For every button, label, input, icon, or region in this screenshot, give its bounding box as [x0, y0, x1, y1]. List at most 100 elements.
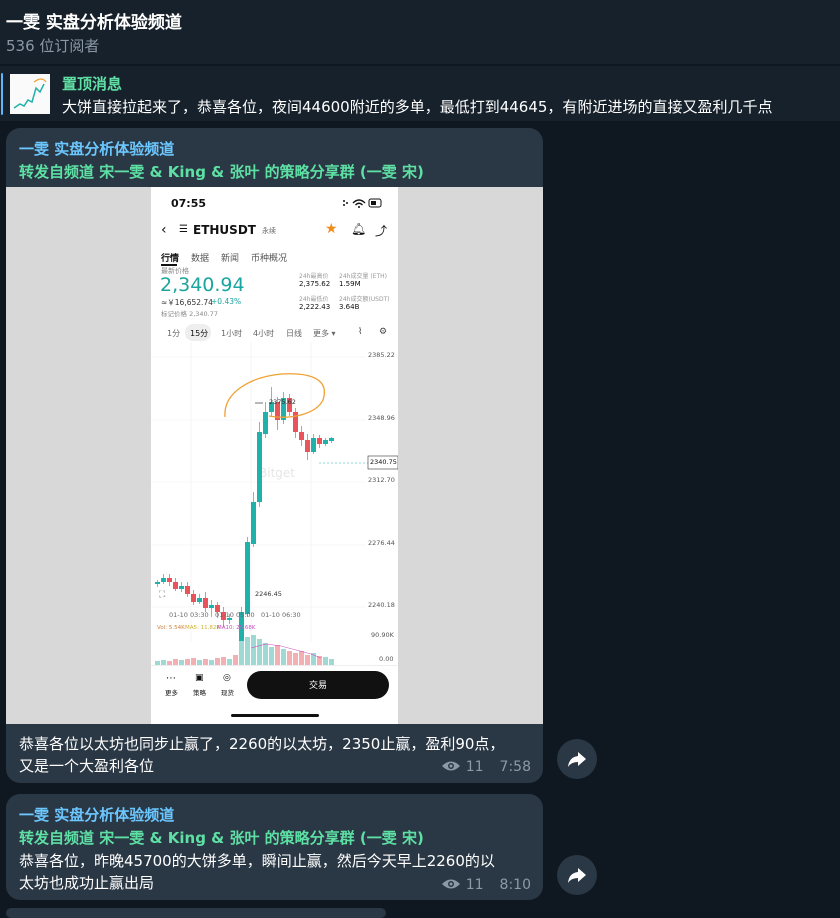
bottom-more: 更多	[165, 689, 178, 697]
volume-bar	[257, 639, 262, 665]
candle-body	[323, 440, 328, 444]
stat-low: 2,222.43	[299, 303, 331, 311]
spot-icon: ◎	[223, 673, 231, 683]
message-bubble[interactable]: 一雯 实盘分析体验频道 转发自频道 宋一雯 & King & 张叶 的策略分享群…	[6, 794, 543, 900]
interval-day: 日线	[286, 329, 302, 338]
star-icon: ★	[325, 221, 338, 237]
price-change: +0.43%	[211, 297, 242, 306]
candle-body	[329, 438, 334, 441]
candle-body	[311, 438, 316, 452]
interval-more: 更多 ▾	[313, 329, 336, 338]
volume-bar	[239, 641, 244, 665]
tab-overview: 币种概况	[251, 254, 288, 264]
volume-bar	[269, 647, 274, 665]
message-photo[interactable]: 07:55 ‹ ☰ ETHUSDT 永续 ★ 🔔︎ ⤴ 行情 数据 新闻 币种概…	[6, 187, 543, 724]
candlestick-chart: Bitget	[151, 342, 398, 652]
last-price: 2,340.94	[160, 274, 245, 296]
vol-axis-min: 0.00	[379, 655, 394, 663]
message-text-line-2: 太坊也成功止赢出局	[19, 874, 155, 892]
volume-bar	[275, 645, 280, 665]
share-arrow-icon	[568, 868, 586, 883]
volume-bars	[155, 635, 334, 665]
forwarded-from[interactable]: 转发自频道 宋一雯 & King & 张叶 的策略分享群 (一雯 宋)	[19, 827, 424, 848]
axis-price-3: 2312.70	[368, 476, 395, 484]
volume-bar	[299, 651, 304, 665]
candle-body	[179, 586, 184, 589]
axis-price-2: 2348.96	[368, 414, 395, 422]
high-mark: 2375.62	[269, 398, 296, 406]
views-count: 11	[465, 877, 484, 893]
message-sender[interactable]: 一雯 实盘分析体验频道	[19, 804, 174, 825]
stat-high-label: 24h最高价	[299, 273, 329, 280]
views-eye-icon	[441, 761, 460, 771]
axis-price-5: 2240.18	[368, 601, 395, 609]
candle-body	[155, 582, 160, 584]
message-text-line-1: 恭喜各位，昨晚45700的大饼多单，瞬间止赢，然后今天早上2260的以	[19, 852, 495, 870]
channel-title[interactable]: 一雯 实盘分析体验频道	[6, 8, 182, 33]
home-indicator	[231, 714, 319, 717]
interval-1m: 1分	[167, 329, 181, 338]
trade-button-label: 交易	[309, 681, 328, 691]
share-icon: ⤴	[375, 224, 388, 238]
volume-bar	[245, 637, 250, 665]
mark-price: 标记价格 2,340.77	[161, 310, 219, 318]
stat-vol-eth: 1.59M	[339, 280, 361, 288]
candle-body	[173, 582, 178, 589]
bottom-strategy: 策略	[193, 689, 206, 697]
message-bubble[interactable]: 一雯 实盘分析体验频道 转发自频道 宋一雯 & King & 张叶 的策略分享群…	[6, 128, 543, 783]
views-eye-icon	[441, 879, 460, 889]
symbol-name: ETHUSDT	[193, 223, 256, 237]
pinned-indicator	[1, 73, 3, 115]
trade-button: 交易	[247, 671, 389, 699]
chart-type-icon: ⌇	[358, 327, 363, 337]
volume-bar	[233, 655, 238, 665]
interval-15m: 15分	[190, 329, 209, 338]
candle-body	[209, 605, 214, 608]
tab-news: 新闻	[221, 254, 240, 264]
annotation-circle	[224, 373, 325, 418]
time-label-3: 01-10 06:30	[261, 611, 301, 619]
candle-body	[167, 578, 172, 582]
message-text-line-2: 又是一个大盈利各位	[19, 757, 155, 775]
candle-body	[305, 440, 310, 452]
vol-legend-ma5: MA5: 11.82K	[185, 625, 220, 631]
share-button[interactable]	[557, 739, 597, 779]
low-mark: 2246.45	[255, 590, 282, 598]
interval-4h: 4小时	[253, 329, 275, 338]
candle-body	[185, 586, 190, 594]
app-screenshot: 07:55 ‹ ☰ ETHUSDT 永续 ★ 🔔︎ ⤴ 行情 数据 新闻 币种概…	[151, 187, 398, 724]
stat-vol-eth-label: 24h成交量 (ETH)	[339, 273, 387, 280]
message-meta: 11 8:10	[441, 877, 531, 893]
next-message-peek	[6, 908, 386, 918]
volume-bar	[305, 655, 310, 665]
vol-legend-ma10: MA10: 25.68K	[217, 625, 256, 631]
strategy-icon: ▣	[195, 673, 204, 683]
pinned-thumbnail	[10, 74, 50, 114]
candle-body	[191, 594, 196, 602]
message-sender[interactable]: 一雯 实盘分析体验频道	[19, 138, 174, 159]
status-icons	[341, 197, 385, 212]
vol-legend-vol: Vol: 5.54K	[157, 625, 185, 631]
time-label-2: 01-10 05:00	[215, 611, 255, 619]
channel-header[interactable]: 一雯 实盘分析体验频道 536 位订阅者	[0, 0, 840, 64]
back-icon: ‹	[161, 222, 167, 238]
volume-bar	[191, 658, 196, 665]
pinned-message-bar[interactable]: 置顶消息 大饼直接拉起来了，恭喜各位，夜间44600附近的多单，最低打到4464…	[0, 66, 840, 121]
tab-market: 行情	[161, 254, 180, 264]
views-count: 11	[465, 759, 484, 775]
message-meta: 11 7:58	[441, 759, 531, 775]
time-label-1: 01-10 03:30	[169, 611, 209, 619]
share-button[interactable]	[557, 855, 597, 895]
bottom-spot: 现货	[221, 689, 234, 697]
forwarded-from[interactable]: 转发自频道 宋一雯 & King & 张叶 的策略分享群 (一雯 宋)	[19, 161, 424, 182]
volume-bar	[263, 643, 268, 665]
pinned-title: 置顶消息	[62, 75, 123, 93]
chart-watermark: Bitget	[259, 466, 295, 480]
subscriber-count: 536 位订阅者	[6, 37, 100, 55]
share-arrow-icon	[568, 752, 586, 767]
candle-body	[251, 502, 256, 544]
fullscreen-icon: ⛶	[159, 590, 166, 600]
more-icon: ⋯	[166, 673, 176, 684]
message-time: 7:58	[499, 759, 531, 775]
candle-body	[257, 432, 262, 502]
